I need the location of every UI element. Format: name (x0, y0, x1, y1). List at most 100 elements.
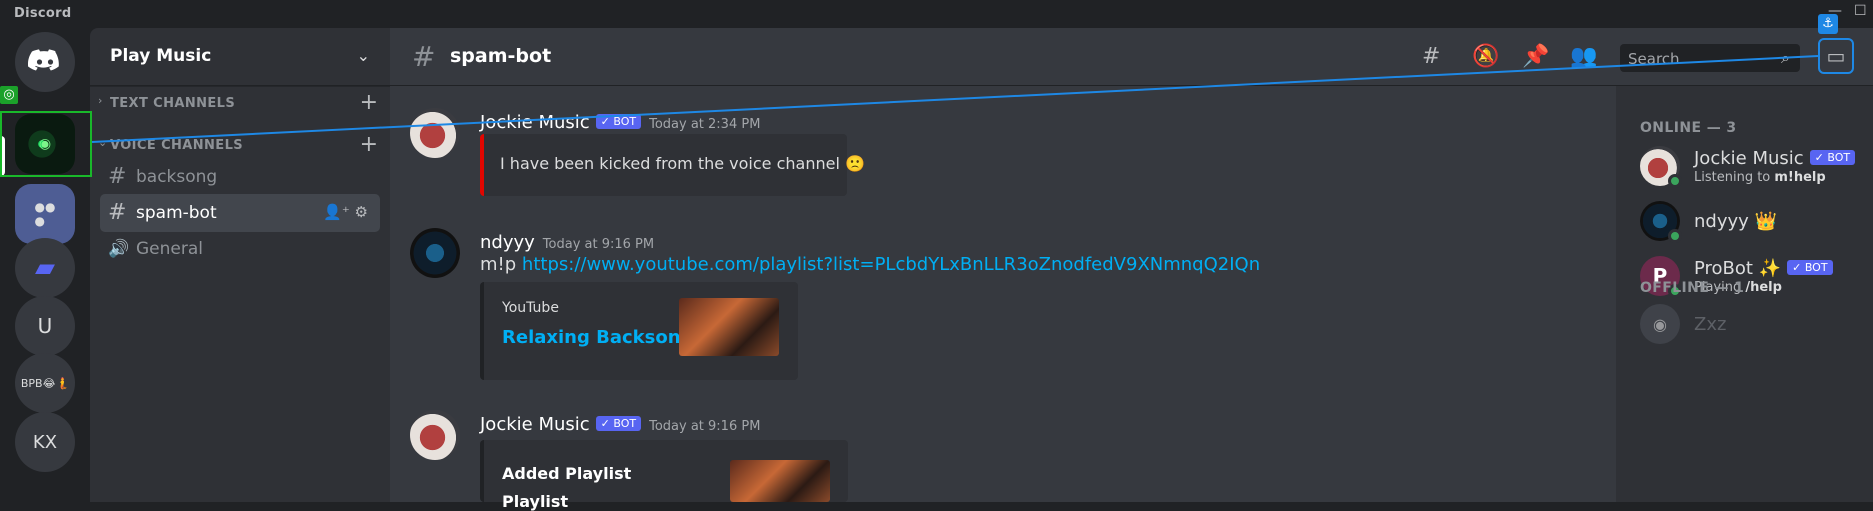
app-title: Discord (14, 6, 72, 21)
bot-badge: ✓ BOT (1809, 150, 1856, 165)
message-body: m!p https://www.youtube.com/playlist?lis… (480, 254, 1260, 275)
avatar[interactable] (410, 108, 460, 158)
mute-bell-icon[interactable]: 🔕 (1472, 44, 1499, 69)
embed-title: Added Playlist (502, 464, 632, 483)
message: Jockie Music ✓ BOT Today at 2:34 PM I have… (410, 108, 1510, 198)
timestamp: Today at 9:16 PM (542, 237, 655, 252)
bot-badge: ✓ BOT (595, 416, 642, 431)
message-meta: ndyyy Today at 9:16 PM (480, 232, 654, 253)
server-u[interactable]: U (15, 296, 75, 356)
chevron-down-icon: ⌄ (98, 136, 108, 149)
invite-icon[interactable]: 👤⁺ (323, 203, 350, 221)
server-u-label: U (37, 314, 53, 338)
server-bpb[interactable]: BPB😂🧜 (15, 353, 75, 413)
message: ndyyy Today at 9:16 PM m!p https://www.yo… (410, 228, 1510, 388)
embed-title[interactable]: Relaxing Backsong (502, 327, 693, 348)
gear-icon[interactable]: ⚙ (355, 203, 368, 221)
avatar: ◉ (1640, 304, 1680, 344)
server-folder-group[interactable]: ●● ● (15, 184, 75, 244)
guild-name: Play Music (110, 46, 212, 66)
server-group-icon: ●● ● (34, 200, 56, 228)
bot-badge: ✓ BOT (595, 114, 642, 129)
embed-text: I have been kicked from the voice channe… (500, 154, 865, 173)
avatar[interactable] (410, 228, 460, 278)
member-ndyyy[interactable]: ndyyy 👑 (1640, 201, 1870, 245)
pin-icon[interactable]: 📌 (1522, 44, 1549, 69)
timestamp: Today at 9:16 PM (649, 419, 761, 434)
youtube-embed: YouTube Relaxing Backsong (480, 282, 798, 380)
add-channel-icon[interactable]: + (360, 132, 378, 157)
member-name: ProBot ✨ ✓ BOT (1694, 258, 1833, 279)
channel-label: General (136, 239, 203, 259)
inbox-button[interactable]: ▭ (1818, 38, 1854, 74)
playlist-link[interactable]: https://www.youtube.com/playlist?list=PL… (522, 254, 1260, 275)
message: Jockie Music ✓ BOT Today at 9:16 PM Added … (410, 410, 1510, 511)
hashtag-icon: # (108, 200, 127, 225)
search-placeholder: Search (1628, 50, 1680, 68)
maximize-icon[interactable]: ☐ (1854, 4, 1868, 18)
member-zxz[interactable]: ◉ Zxz (1640, 304, 1870, 348)
message-meta: Jockie Music ✓ BOT Today at 2:34 PM (480, 112, 760, 133)
member-activity: Listening to m!help (1694, 170, 1826, 185)
hashtag-icon: # (108, 164, 127, 189)
avatar[interactable] (410, 410, 460, 460)
anchor-icon: ⚓ (1818, 14, 1838, 34)
server-kx-label: KX (32, 431, 58, 453)
member-name: ndyyy 👑 (1694, 211, 1777, 232)
embed-provider[interactable]: YouTube (502, 300, 559, 316)
author-name[interactable]: Jockie Music (480, 414, 590, 435)
server-bpb-label: BPB😂🧜 (20, 376, 70, 390)
author-name[interactable]: ndyyy (480, 232, 535, 253)
online-status-icon (1668, 174, 1682, 188)
hashtag-icon: # (412, 40, 436, 73)
member-jockie-music[interactable]: Jockie Music ✓ BOT Listening to m!help (1640, 146, 1870, 190)
channel-general[interactable]: 🔊 General (100, 230, 380, 268)
search-input[interactable]: Search ⌕ (1620, 44, 1800, 72)
category-label: TEXT CHANNELS (110, 96, 236, 111)
author-name[interactable]: Jockie Music (480, 112, 590, 133)
threads-icon[interactable]: # (1422, 44, 1440, 69)
folder-icon: ▰ (35, 253, 55, 283)
inbox-icon: ▭ (1826, 44, 1846, 68)
title-bar: Discord — ☐ (0, 0, 1873, 28)
category-voice-channels[interactable]: ⌄ VOICE CHANNELS + (98, 132, 382, 157)
command-prefix: m!p (480, 254, 517, 275)
add-channel-icon[interactable]: + (360, 90, 378, 115)
channel-title: spam-bot (450, 45, 552, 67)
playlist-thumbnail[interactable] (730, 460, 830, 502)
channel-tools: 👤⁺ ⚙ (323, 203, 368, 221)
member-name: Jockie Music ✓ BOT (1694, 148, 1856, 169)
timestamp: Today at 2:34 PM (649, 117, 761, 132)
channel-spam-bot[interactable]: # spam-bot 👤⁺ ⚙ (100, 194, 380, 232)
message-meta: Jockie Music ✓ BOT Today at 9:16 PM (480, 414, 760, 435)
speaker-icon: 🔊 (108, 239, 130, 259)
category-text-channels[interactable]: › TEXT CHANNELS + (98, 90, 382, 115)
member-name: Zxz (1694, 314, 1727, 335)
chevron-down-icon: ⌄ (356, 46, 370, 65)
online-heading: ONLINE — 3 (1640, 120, 1737, 136)
category-label: VOICE CHANNELS (110, 138, 244, 153)
online-status-icon (1668, 229, 1682, 243)
server-kx[interactable]: KX (15, 412, 75, 472)
channel-sidebar: Play Music ⌄ › TEXT CHANNELS + ⌄ VOICE C… (90, 28, 390, 502)
target-icon: ◎ (0, 86, 18, 104)
channel-label: spam-bot (136, 203, 217, 223)
folder-button[interactable]: ▰ (15, 238, 75, 298)
channel-backsong[interactable]: # backsong (100, 158, 380, 196)
chevron-right-icon: › (98, 94, 103, 107)
channel-topbar: # spam-bot # 🔕 📌 👥 Search ⌕ ▭ (390, 28, 1873, 86)
search-icon: ⌕ (1781, 48, 1790, 67)
video-thumbnail[interactable] (679, 298, 779, 356)
member-list-icon[interactable]: 👥 (1570, 44, 1597, 69)
embed: Added Playlist Playlist (480, 440, 848, 511)
selection-highlight (0, 111, 92, 177)
bot-badge: ✓ BOT (1787, 260, 1833, 275)
member-list: ONLINE — 3 Jockie Music ✓ BOT Listening t… (1616, 86, 1873, 502)
guild-header[interactable]: Play Music ⌄ (90, 28, 390, 86)
discord-logo-icon (28, 49, 59, 71)
discord-window: Discord — ☐ ◉ ●● ● ▰ U BPB😂🧜 KX Play Mus… (0, 0, 1873, 511)
home-button[interactable] (15, 32, 75, 92)
channel-label: backsong (136, 167, 218, 187)
embed: I have been kicked from the voice channe… (480, 134, 865, 196)
offline-heading: OFFLINE — 1 (1640, 280, 1745, 296)
